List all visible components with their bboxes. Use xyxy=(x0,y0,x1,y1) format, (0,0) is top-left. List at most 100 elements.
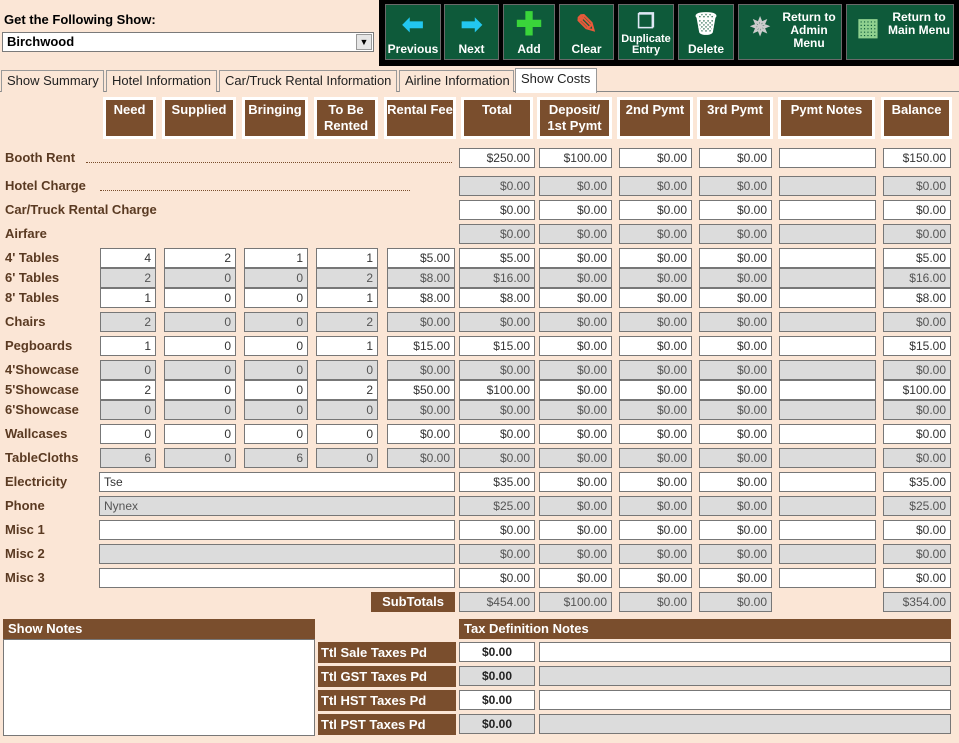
row-electricity-balance[interactable]: $35.00 xyxy=(883,472,951,492)
row-showcase6-fee[interactable]: $0.00 xyxy=(387,400,455,420)
row-showcase4-pymt3[interactable]: $0.00 xyxy=(699,360,772,380)
row-showcase5-balance[interactable]: $100.00 xyxy=(883,380,951,400)
row-wallcases-fee[interactable]: $0.00 xyxy=(387,424,455,444)
row-electricity-pymt2[interactable]: $0.00 xyxy=(619,472,692,492)
row-tables8-need[interactable]: 1 xyxy=(100,288,156,308)
row-tables4-rented[interactable]: 1 xyxy=(316,248,378,268)
row-phone-balance[interactable]: $25.00 xyxy=(883,496,951,516)
row-tablecloths-rented[interactable]: 0 xyxy=(316,448,378,468)
row-chairs-fee[interactable]: $0.00 xyxy=(387,312,455,332)
row-tables4-pymt2[interactable]: $0.00 xyxy=(619,248,692,268)
row-showcase6-pymt2[interactable]: $0.00 xyxy=(619,400,692,420)
row-chairs-notes[interactable] xyxy=(779,312,876,332)
row-phone-description[interactable]: Nynex xyxy=(99,496,455,516)
row-showcase6-need[interactable]: 0 xyxy=(100,400,156,420)
row-tablecloths-fee[interactable]: $0.00 xyxy=(387,448,455,468)
tax-sale-note[interactable] xyxy=(539,642,951,662)
return-main-menu-button[interactable]: ▦ Return to Main Menu xyxy=(846,4,954,60)
tax-gst-value[interactable]: $0.00 xyxy=(459,666,535,686)
row-phone-pymt2[interactable]: $0.00 xyxy=(619,496,692,516)
row-tables6-rented[interactable]: 2 xyxy=(316,268,378,288)
row-tables8-supplied[interactable]: 0 xyxy=(164,288,236,308)
row-tablecloths-bringing[interactable]: 6 xyxy=(244,448,308,468)
row-showcase4-deposit[interactable]: $0.00 xyxy=(539,360,612,380)
row-tables4-notes[interactable] xyxy=(779,248,876,268)
row-showcase6-supplied[interactable]: 0 xyxy=(164,400,236,420)
row-showcase5-pymt2[interactable]: $0.00 xyxy=(619,380,692,400)
row-chairs-deposit[interactable]: $0.00 xyxy=(539,312,612,332)
tab-show-summary[interactable]: Show Summary xyxy=(1,70,104,92)
clear-button[interactable]: ✎ Clear xyxy=(559,4,614,60)
row-hotel-notes[interactable] xyxy=(779,176,876,196)
row-wallcases-deposit[interactable]: $0.00 xyxy=(539,424,612,444)
row-misc2-pymt3[interactable]: $0.00 xyxy=(699,544,772,564)
row-car-deposit[interactable]: $0.00 xyxy=(539,200,612,220)
row-airfare-balance[interactable]: $0.00 xyxy=(883,224,951,244)
row-showcase4-rented[interactable]: 0 xyxy=(316,360,378,380)
row-tables8-fee[interactable]: $8.00 xyxy=(387,288,455,308)
row-wallcases-balance[interactable]: $0.00 xyxy=(883,424,951,444)
row-misc1-deposit[interactable]: $0.00 xyxy=(539,520,612,540)
row-showcase4-supplied[interactable]: 0 xyxy=(164,360,236,380)
row-tables6-need[interactable]: 2 xyxy=(100,268,156,288)
row-hotel-pymt3[interactable]: $0.00 xyxy=(699,176,772,196)
row-pegboards-bringing[interactable]: 0 xyxy=(244,336,308,356)
row-showcase5-fee[interactable]: $50.00 xyxy=(387,380,455,400)
row-misc1-total[interactable]: $0.00 xyxy=(459,520,535,540)
row-showcase6-balance[interactable]: $0.00 xyxy=(883,400,951,420)
row-showcase6-rented[interactable]: 0 xyxy=(316,400,378,420)
row-phone-notes[interactable] xyxy=(779,496,876,516)
row-hotel-balance[interactable]: $0.00 xyxy=(883,176,951,196)
row-chairs-pymt2[interactable]: $0.00 xyxy=(619,312,692,332)
row-misc3-notes[interactable] xyxy=(779,568,876,588)
row-pegboards-supplied[interactable]: 0 xyxy=(164,336,236,356)
tab-hotel-information[interactable]: Hotel Information xyxy=(106,70,217,92)
row-chairs-supplied[interactable]: 0 xyxy=(164,312,236,332)
row-car-balance[interactable]: $0.00 xyxy=(883,200,951,220)
row-showcase5-total[interactable]: $100.00 xyxy=(459,380,535,400)
row-tables4-bringing[interactable]: 1 xyxy=(244,248,308,268)
row-showcase6-deposit[interactable]: $0.00 xyxy=(539,400,612,420)
row-tables6-fee[interactable]: $8.00 xyxy=(387,268,455,288)
row-phone-pymt3[interactable]: $0.00 xyxy=(699,496,772,516)
row-pegboards-total[interactable]: $15.00 xyxy=(459,336,535,356)
row-tables6-supplied[interactable]: 0 xyxy=(164,268,236,288)
row-misc2-pymt2[interactable]: $0.00 xyxy=(619,544,692,564)
row-misc2-deposit[interactable]: $0.00 xyxy=(539,544,612,564)
tab-car-truck-rental[interactable]: Car/Truck Rental Information xyxy=(219,70,397,92)
row-tables6-deposit[interactable]: $0.00 xyxy=(539,268,612,288)
row-showcase6-notes[interactable] xyxy=(779,400,876,420)
row-tablecloths-pymt3[interactable]: $0.00 xyxy=(699,448,772,468)
row-airfare-notes[interactable] xyxy=(779,224,876,244)
row-tables4-total[interactable]: $5.00 xyxy=(459,248,535,268)
row-pegboards-rented[interactable]: 1 xyxy=(316,336,378,356)
row-showcase4-pymt2[interactable]: $0.00 xyxy=(619,360,692,380)
next-button[interactable]: ➡ Next xyxy=(444,4,499,60)
row-showcase4-need[interactable]: 0 xyxy=(100,360,156,380)
row-showcase4-fee[interactable]: $0.00 xyxy=(387,360,455,380)
row-hotel-pymt2[interactable]: $0.00 xyxy=(619,176,692,196)
row-tables8-balance[interactable]: $8.00 xyxy=(883,288,951,308)
row-tables6-balance[interactable]: $16.00 xyxy=(883,268,951,288)
row-booth_rent-deposit[interactable]: $100.00 xyxy=(539,148,612,168)
row-pegboards-notes[interactable] xyxy=(779,336,876,356)
row-pegboards-deposit[interactable]: $0.00 xyxy=(539,336,612,356)
row-showcase5-pymt3[interactable]: $0.00 xyxy=(699,380,772,400)
row-booth_rent-notes[interactable] xyxy=(779,148,876,168)
row-misc3-total[interactable]: $0.00 xyxy=(459,568,535,588)
row-electricity-pymt3[interactable]: $0.00 xyxy=(699,472,772,492)
row-car-pymt2[interactable]: $0.00 xyxy=(619,200,692,220)
tax-hst-note[interactable] xyxy=(539,690,951,710)
row-showcase5-rented[interactable]: 2 xyxy=(316,380,378,400)
row-car-pymt3[interactable]: $0.00 xyxy=(699,200,772,220)
row-airfare-pymt3[interactable]: $0.00 xyxy=(699,224,772,244)
row-misc1-pymt2[interactable]: $0.00 xyxy=(619,520,692,540)
row-booth_rent-total[interactable]: $250.00 xyxy=(459,148,535,168)
row-misc3-deposit[interactable]: $0.00 xyxy=(539,568,612,588)
row-tables8-total[interactable]: $8.00 xyxy=(459,288,535,308)
add-button[interactable]: ✚ Add xyxy=(503,4,555,60)
show-select[interactable]: Birchwood ▼ xyxy=(2,32,374,52)
row-tablecloths-balance[interactable]: $0.00 xyxy=(883,448,951,468)
row-misc1-balance[interactable]: $0.00 xyxy=(883,520,951,540)
duplicate-entry-button[interactable]: ❐ Duplicate Entry xyxy=(618,4,674,60)
